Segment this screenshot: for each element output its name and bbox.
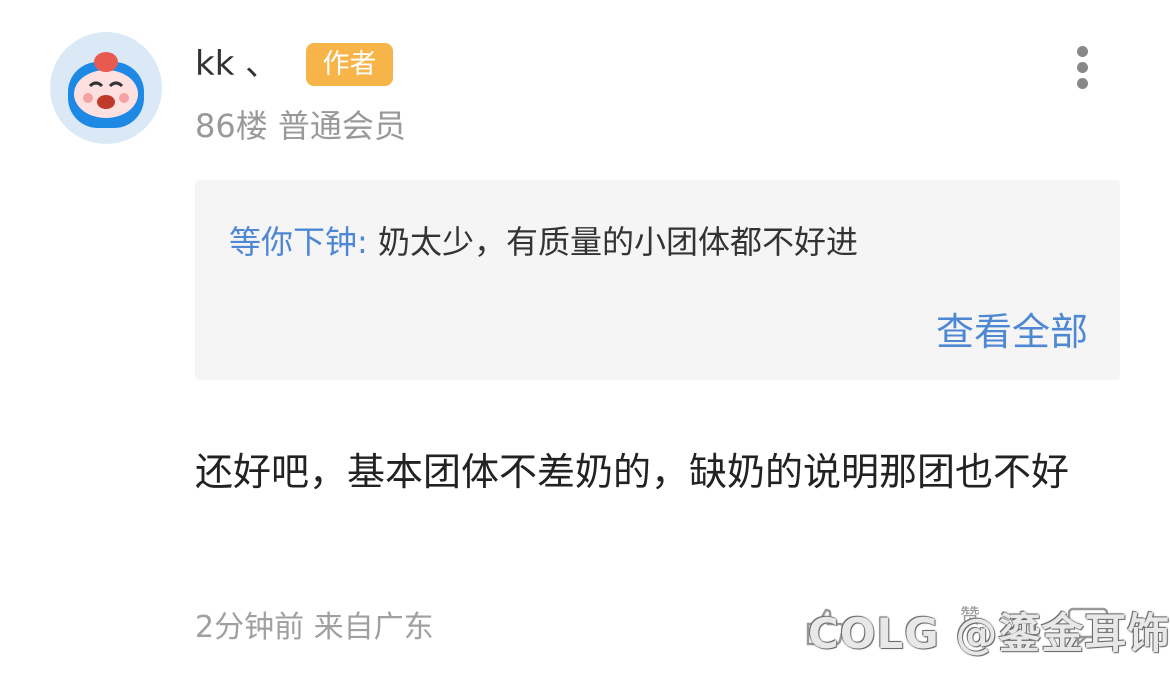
reply-content: 还好吧，基本团体不差奶的，缺奶的说明那团也不好 (195, 450, 1070, 494)
quote-line: 等你下钟: 奶太少，有质量的小团体都不好进 (229, 220, 858, 264)
view-all-link[interactable]: 查看全部 (936, 308, 1088, 356)
more-dot-icon (1076, 62, 1088, 73)
floor-info: 86楼 普通会员 (195, 107, 406, 145)
quote-author[interactable]: 等你下钟: (229, 223, 368, 261)
quoted-reply[interactable]: 等你下钟: 奶太少，有质量的小团体都不好进 查看全部 (195, 180, 1120, 380)
more-options-button[interactable] (1064, 44, 1100, 96)
post-meta-footer: 2分钟前 来自广东 (195, 610, 434, 645)
avatar-cartoon-icon (68, 52, 144, 128)
username[interactable]: kk 、 (195, 42, 279, 86)
author-badge: 作者 (306, 43, 393, 86)
more-dot-icon (1076, 78, 1088, 89)
avatar[interactable] (50, 32, 162, 144)
quote-text: 奶太少，有质量的小团体都不好进 (367, 223, 858, 261)
watermark: COLG @鎏金耳饰 (808, 609, 1170, 658)
more-dot-icon (1076, 46, 1088, 57)
